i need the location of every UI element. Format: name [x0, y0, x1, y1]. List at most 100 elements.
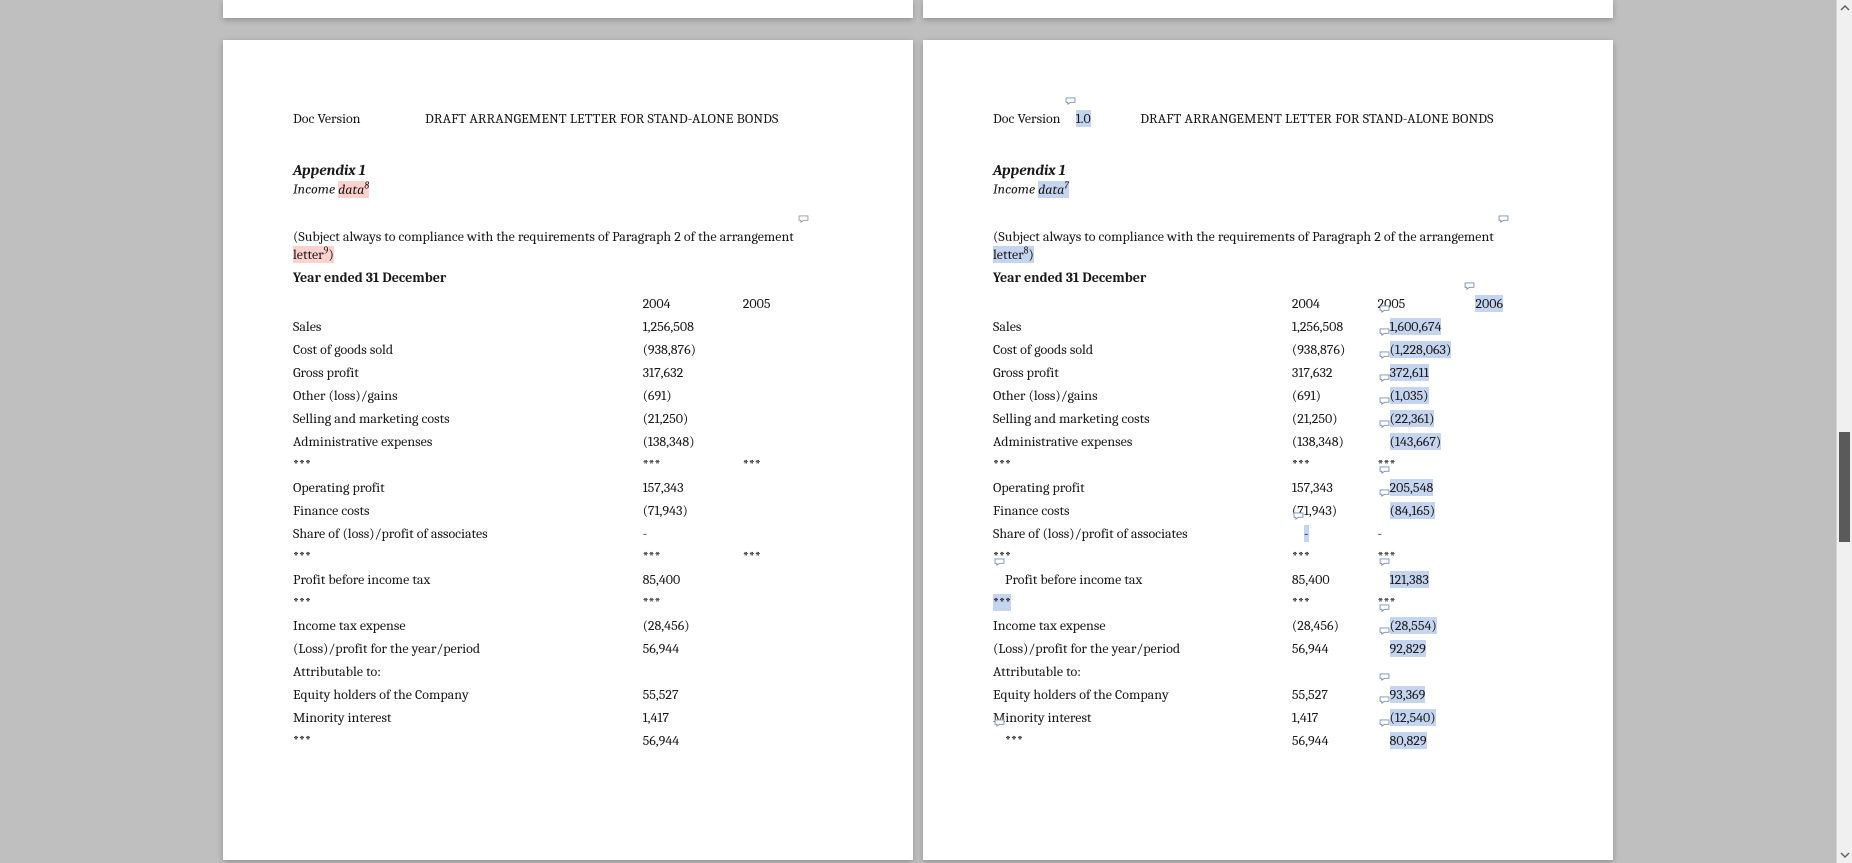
- row-value-2005: [743, 614, 843, 637]
- table-row: Share of (loss)/profit of associates--: [993, 522, 1543, 545]
- comment-icon[interactable]: [1379, 374, 1390, 382]
- year-ended-heading: Year ended 31 December: [293, 269, 843, 286]
- row-value-2004: 317,632: [643, 361, 743, 384]
- row-label: (Loss)/profit for the year/period: [293, 637, 643, 660]
- comment-icon[interactable]: [1379, 558, 1390, 566]
- row-value-2005: (12,540): [1378, 706, 1464, 729]
- row-value-2004: ***: [1292, 453, 1378, 476]
- row-value-2004: 85,400: [643, 568, 743, 591]
- comment-icon[interactable]: [1065, 97, 1076, 105]
- income-table: 20042005Sales1,256,508Cost of goods sold…: [293, 292, 843, 752]
- comment-icon[interactable]: [1464, 282, 1475, 290]
- scrollbar-track[interactable]: [1837, 16, 1852, 847]
- comment-icon[interactable]: [1379, 397, 1390, 405]
- row-label: ***: [293, 453, 643, 476]
- table-row: Cost of goods sold(938,876)(1,228,063): [993, 338, 1543, 361]
- comment-icon[interactable]: [1379, 489, 1390, 497]
- row-value-2004: (938,876): [643, 338, 743, 361]
- row-label: ***: [993, 453, 1292, 476]
- row-value-2004: (691): [1292, 384, 1378, 407]
- row-label: Selling and marketing costs: [993, 407, 1292, 430]
- row-value-2005: 93,369: [1378, 683, 1464, 706]
- row-value-2005: [1378, 660, 1464, 683]
- comment-icon[interactable]: [1293, 512, 1304, 520]
- row-label: Equity holders of the Company: [293, 683, 643, 706]
- row-value-2005: [743, 338, 843, 361]
- comment-icon[interactable]: [1379, 351, 1390, 359]
- row-value-2005: [743, 499, 843, 522]
- page-right: Doc Version 1.0DRAFT ARRANGEMENT LETTER …: [923, 40, 1613, 860]
- compliance-note: (Subject always to compliance with the r…: [293, 228, 843, 264]
- row-label: Other (loss)/gains: [293, 384, 643, 407]
- row-value-2005: (1,228,063): [1378, 338, 1464, 361]
- comment-icon[interactable]: [1379, 604, 1390, 612]
- comment-icon[interactable]: [1379, 627, 1390, 635]
- page-title: DRAFT ARRANGEMENT LETTER FOR STAND-ALONE…: [360, 110, 843, 127]
- table-row: Share of (loss)/profit of associates-: [293, 522, 843, 545]
- scroll-up-button[interactable]: [1837, 0, 1852, 16]
- scroll-down-button[interactable]: [1837, 847, 1852, 863]
- row-value-2005: [743, 660, 843, 683]
- table-row: *********: [293, 545, 843, 568]
- row-value-2004: 56,944: [1292, 729, 1378, 752]
- row-value-2004: (71,943): [643, 499, 743, 522]
- table-row: Income tax expense(28,456): [293, 614, 843, 637]
- table-row: Finance costs(71,943): [293, 499, 843, 522]
- compliance-note: (Subject always to compliance with the r…: [993, 228, 1543, 264]
- table-row: Income tax expense(28,456)(28,554): [993, 614, 1543, 637]
- table-row: Selling and marketing costs(21,250)(22,3…: [993, 407, 1543, 430]
- row-label: Equity holders of the Company: [993, 683, 1292, 706]
- comment-icon[interactable]: [1379, 719, 1390, 727]
- row-value-2004: 55,527: [643, 683, 743, 706]
- comment-icon[interactable]: [1498, 215, 1509, 223]
- row-value-2004: 157,343: [1292, 476, 1378, 499]
- table-row: (Loss)/profit for the year/period56,9449…: [993, 637, 1543, 660]
- row-value-2004: (21,250): [643, 407, 743, 430]
- row-value-2004: [643, 660, 743, 683]
- scrollbar-thumb[interactable]: [1839, 432, 1850, 542]
- col-header-2005: 2005: [743, 292, 843, 315]
- row-label: Sales: [993, 315, 1292, 338]
- row-value-2005: [743, 522, 843, 545]
- row-value-2004: (21,250): [1292, 407, 1378, 430]
- row-value-2005: (28,554): [1378, 614, 1464, 637]
- comment-icon[interactable]: [994, 719, 1005, 727]
- row-value-2004: (138,348): [643, 430, 743, 453]
- comment-icon[interactable]: [1379, 328, 1390, 336]
- row-value-2005: [743, 568, 843, 591]
- row-label: ***: [993, 591, 1292, 614]
- row-value-2005: 1,600,674: [1378, 315, 1464, 338]
- row-value-2004: (28,456): [643, 614, 743, 637]
- row-value-2004: (138,348): [1292, 430, 1378, 453]
- row-value-2004: 85,400: [1292, 568, 1378, 591]
- comment-icon[interactable]: [994, 558, 1005, 566]
- vertical-scrollbar[interactable]: [1836, 0, 1852, 863]
- table-row: Attributable to:: [293, 660, 843, 683]
- row-label: Share of (loss)/profit of associates: [293, 522, 643, 545]
- table-row: Gross profit317,632: [293, 361, 843, 384]
- row-value-2004: -: [1292, 522, 1378, 545]
- row-value-2005: ***: [1378, 545, 1464, 568]
- page-title: DRAFT ARRANGEMENT LETTER FOR STAND-ALONE…: [1091, 110, 1543, 127]
- table-row: Profit before income tax85,400121,383: [993, 568, 1543, 591]
- table-row: ******: [293, 591, 843, 614]
- comment-icon[interactable]: [1379, 696, 1390, 704]
- row-value-2005: [743, 315, 843, 338]
- comment-icon[interactable]: [1379, 466, 1390, 474]
- table-row: Operating profit157,343205,548: [993, 476, 1543, 499]
- row-value-2004: ***: [1292, 591, 1378, 614]
- comment-icon[interactable]: [1379, 420, 1390, 428]
- row-value-2005: ***: [1378, 453, 1464, 476]
- table-row: Sales1,256,5081,600,674: [993, 315, 1543, 338]
- row-value-2004: ***: [643, 591, 743, 614]
- row-label: Profit before income tax: [993, 568, 1292, 591]
- row-value-2004: ***: [643, 453, 743, 476]
- row-value-2004: ***: [1292, 545, 1378, 568]
- comment-icon[interactable]: [1379, 673, 1390, 681]
- comment-icon[interactable]: [1379, 305, 1390, 313]
- comment-icon[interactable]: [798, 215, 809, 223]
- row-label: Operating profit: [293, 476, 643, 499]
- row-value-2004: 1,256,508: [1292, 315, 1378, 338]
- row-label: Administrative expenses: [293, 430, 643, 453]
- table-row: Sales1,256,508: [293, 315, 843, 338]
